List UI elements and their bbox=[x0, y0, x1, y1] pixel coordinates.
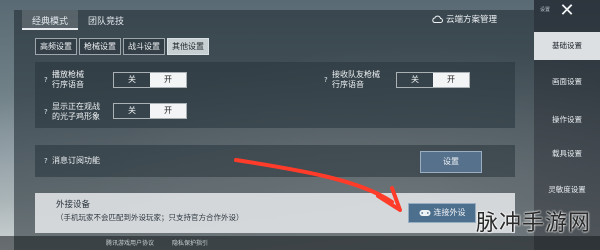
site-watermark: 脉冲手游网 bbox=[476, 211, 592, 236]
